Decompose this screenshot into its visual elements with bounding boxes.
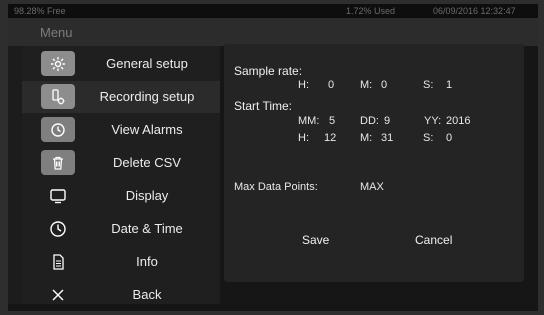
clock-icon (41, 117, 75, 142)
sample-h-value[interactable]: 0 (328, 79, 334, 91)
storage-used-text: 1.72% Used (346, 6, 396, 16)
sample-s-label: S: (423, 79, 434, 91)
start-time-label: Start Time: (234, 99, 293, 113)
background-overlay (8, 46, 22, 311)
sidebar-item-label: Display (125, 188, 169, 203)
sidebar-item-label: View Alarms (111, 122, 183, 137)
start-s-value[interactable]: 0 (446, 132, 452, 144)
sidebar-item-date-time[interactable]: Date & Time (22, 213, 220, 245)
sidebar-item-label: General setup (106, 56, 188, 71)
sidebar-item-delete-csv[interactable]: Delete CSV (22, 147, 220, 179)
device-bezel: 98.28% Free 1.72% Used 06/09/2016 12:32:… (0, 0, 544, 315)
sidebar-item-display[interactable]: Display (22, 180, 220, 212)
start-m-value[interactable]: 31 (381, 132, 393, 144)
bottom-strip (8, 304, 538, 311)
clock-outline-icon (41, 216, 75, 241)
sidebar-item-view-alarms[interactable]: View Alarms (22, 114, 220, 146)
sample-rate-label: Sample rate: (234, 64, 303, 78)
sidebar-item-label: Recording setup (99, 89, 195, 104)
sidebar-item-recording-setup[interactable]: Recording setup (22, 81, 220, 113)
sidebar-item-label: Date & Time (111, 221, 183, 236)
sidebar-item-label: Delete CSV (113, 155, 181, 170)
sample-h-label: H: (298, 79, 309, 91)
start-yy-label: YY: (424, 115, 442, 127)
max-data-points-value[interactable]: MAX (360, 181, 384, 193)
save-button[interactable]: Save (298, 231, 333, 249)
start-dd-label: DD: (360, 115, 379, 127)
start-mm-label: MM: (298, 115, 320, 127)
max-data-points-label: Max Data Points: (234, 181, 318, 193)
menu-title: Menu (40, 25, 73, 40)
start-s-label: S: (423, 132, 434, 144)
trash-icon (41, 150, 75, 175)
sample-m-label: M: (360, 79, 373, 91)
storage-free-text: 98.28% Free (14, 6, 66, 16)
recording-setup-panel: Sample rate: H: 0 M: 0 S: 1 Start Time: … (224, 44, 524, 282)
status-bar: 98.28% Free 1.72% Used 06/09/2016 12:32:… (8, 4, 538, 18)
start-dd-value[interactable]: 9 (384, 115, 390, 127)
start-h-value[interactable]: 12 (324, 132, 336, 144)
sidebar-item-general-setup[interactable]: General setup (22, 48, 220, 80)
document-icon (41, 249, 75, 274)
start-h-label: H: (298, 132, 309, 144)
datetime-text: 06/09/2016 12:32:47 (433, 6, 516, 16)
bottle-gear-icon (41, 84, 75, 109)
sidebar-menu: General setup Recording setup View Alarm… (22, 46, 220, 311)
sidebar-item-info[interactable]: Info (22, 246, 220, 278)
sample-s-value[interactable]: 1 (446, 79, 452, 91)
start-mm-value[interactable]: 5 (329, 115, 335, 127)
start-yy-value[interactable]: 2016 (446, 115, 470, 127)
sample-m-value[interactable]: 0 (381, 79, 387, 91)
cancel-button[interactable]: Cancel (411, 231, 456, 249)
sidebar-item-label: Info (136, 254, 158, 269)
monitor-icon (41, 183, 75, 208)
menu-header: Menu (8, 18, 538, 46)
start-m-label: M: (360, 132, 373, 144)
device-screen: 98.28% Free 1.72% Used 06/09/2016 12:32:… (8, 4, 538, 311)
gear-icon (41, 51, 75, 76)
sidebar-item-label: Back (132, 287, 162, 302)
